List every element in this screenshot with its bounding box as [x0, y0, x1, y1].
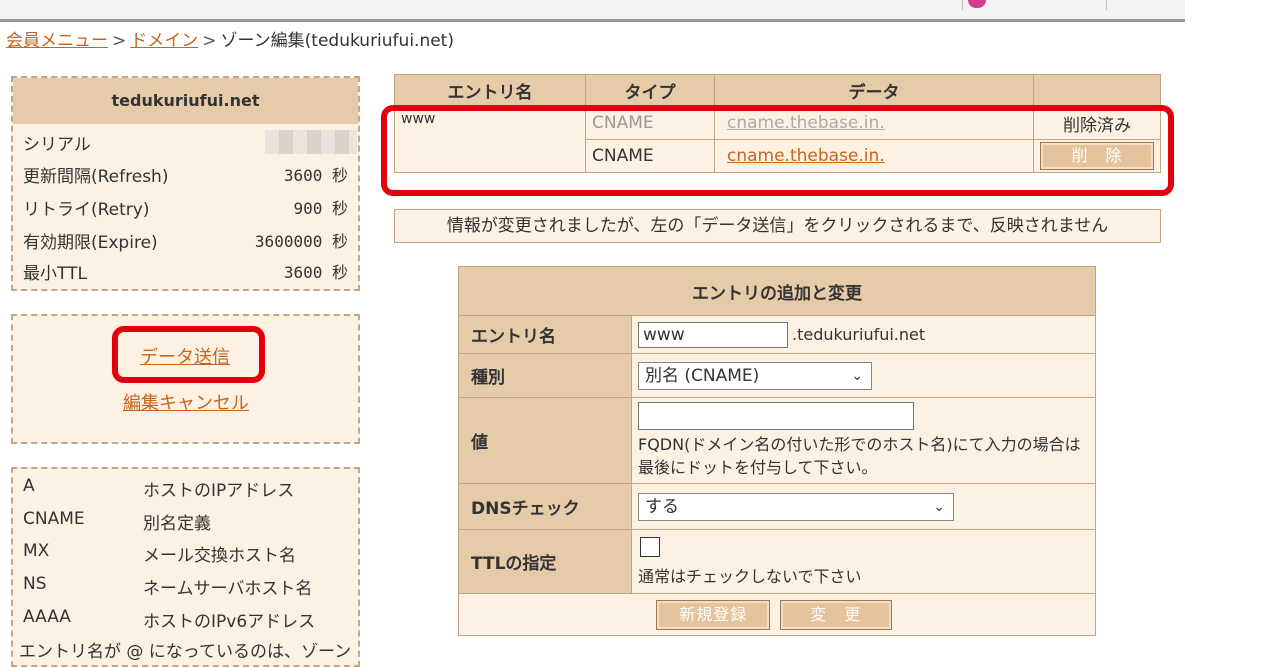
breadcrumb-member-menu[interactable]: 会員メニュー [6, 31, 108, 51]
top-toolbar [0, 0, 1185, 22]
legend-row: NS ネームサーバホスト名 [23, 570, 353, 603]
entry-domain-suffix: .tedukuriufui.net [792, 325, 926, 344]
legend-row: MX メール交換ホスト名 [23, 537, 353, 570]
zone-row-value: 3600 秒 [283, 263, 348, 282]
form-row-entry: エントリ名 www .tedukuriufui.net [458, 315, 1096, 354]
legend-type: NS [23, 574, 47, 594]
entry-name-label: エントリ名 [458, 315, 632, 354]
zone-row-refresh: 更新間隔(Refresh) 3600 秒 [23, 158, 348, 190]
value-label: 値 [458, 397, 632, 484]
zone-row-key: リトライ(Retry) [23, 200, 150, 220]
register-button[interactable]: 新規登録 [656, 599, 771, 630]
legend-desc: ネームサーバホスト名 [143, 579, 313, 599]
breadcrumb-separator: > [112, 31, 127, 51]
ttl-hint: 通常はチェックしないで下さい [638, 566, 862, 586]
form-row-ttl: TTLの指定 通常はチェックしないで下さい [458, 529, 1096, 594]
dns-check-cell: する ⌄ [631, 483, 1096, 530]
breadcrumb-current: ゾーン編集(tedukuriufui.net) [220, 31, 454, 51]
col-header-type: タイプ [585, 74, 715, 107]
chevron-down-icon: ⌄ [851, 367, 863, 384]
toolbar-divider [1106, 0, 1107, 10]
legend-row: AAAA ホストのIPv6アドレス [23, 603, 353, 636]
value-hint: FQDN(ドメイン名の付いた形でのホスト名)にて入力の場合は最後にドットを付与し… [638, 435, 1081, 477]
serial-blurred-value [265, 130, 357, 154]
records-highlight-box [381, 105, 1174, 196]
form-title: エントリの追加と変更 [458, 266, 1096, 316]
toolbar-badge-icon [968, 0, 986, 8]
zone-row-expire: 有効期限(Expire) 3600000 秒 [23, 224, 348, 256]
zone-row-value: 3600000 秒 [254, 232, 348, 251]
chevron-down-icon: ⌄ [933, 498, 945, 515]
info-message: 情報が変更されましたが、左の「データ送信」をクリックされるまで、反映されません [394, 209, 1161, 243]
legend-desc: メール交換ホスト名 [143, 546, 296, 566]
form-row-dns: DNSチェック する ⌄ [458, 483, 1096, 530]
ttl-checkbox[interactable] [640, 536, 660, 557]
record-type-legend: A ホストのIPアドレス CNAME 別名定義 MX メール交換ホスト名 NS … [11, 467, 360, 667]
zone-row-key: 有効期限(Expire) [23, 233, 158, 253]
legend-desc: ホストのIPアドレス [143, 481, 295, 501]
dns-check-label: DNSチェック [458, 483, 632, 530]
entry-name-input[interactable]: www [638, 321, 788, 348]
legend-desc: ホストのIPv6アドレス [143, 612, 316, 632]
zone-row-value: 3600 秒 [283, 166, 348, 185]
form-row-value: 値 FQDN(ドメイン名の付いた形でのホスト名)にて入力の場合は最後にドットを付… [458, 397, 1096, 484]
entry-name-cell: www .tedukuriufui.net [631, 315, 1096, 354]
kind-cell: 別名 (CNAME) ⌄ [631, 353, 1096, 398]
ttl-label: TTLの指定 [458, 529, 632, 594]
dns-check-select[interactable]: する ⌄ [638, 492, 954, 521]
change-button[interactable]: 変 更 [779, 599, 892, 630]
zone-row-serial: シリアル [23, 126, 357, 158]
zone-name-header: tedukuriufui.net [13, 78, 358, 124]
legend-row: CNAME 別名定義 [23, 505, 353, 538]
form-row-buttons: 新規登録 変 更 [458, 593, 1096, 636]
value-input[interactable] [638, 402, 914, 430]
legend-type: A [23, 476, 35, 496]
zone-info-rows: シリアル 更新間隔(Refresh) 3600 秒 リトライ(Retry) 90… [13, 124, 358, 289]
dns-check-select-value: する [645, 496, 679, 517]
zone-row-min-ttl: 最小TTL 3600 秒 [23, 255, 348, 287]
legend-row: A ホストのIPアドレス [23, 472, 353, 505]
legend-type: MX [23, 541, 50, 561]
zone-row-key: シリアル [23, 135, 91, 155]
legend-type: AAAA [23, 607, 71, 627]
kind-label: 種別 [458, 353, 632, 398]
ttl-cell: 通常はチェックしないで下さい [631, 529, 1096, 594]
col-header-data: データ [714, 74, 1034, 107]
edit-cancel-link[interactable]: 編集キャンセル [123, 389, 249, 415]
breadcrumb-domain[interactable]: ドメイン [130, 31, 198, 51]
col-header-entry: エントリ名 [394, 74, 586, 107]
kind-select[interactable]: 別名 (CNAME) ⌄ [638, 361, 872, 390]
zone-row-retry: リトライ(Retry) 900 秒 [23, 191, 348, 223]
data-submit-link[interactable]: データ送信 [140, 343, 230, 369]
value-cell: FQDN(ドメイン名の付いた形でのホスト名)にて入力の場合は最後にドットを付与し… [631, 397, 1096, 484]
entry-name-group: www .tedukuriufui.net [638, 321, 1095, 348]
col-header-op [1033, 74, 1161, 107]
form-row-kind: 種別 別名 (CNAME) ⌄ [458, 353, 1096, 398]
zone-row-key: 更新間隔(Refresh) [23, 167, 169, 187]
form-buttons-cell: 新規登録 変 更 [458, 593, 1096, 636]
breadcrumb-separator: > [202, 31, 217, 51]
zone-row-key: 最小TTL [23, 264, 87, 284]
entry-form: エントリの追加と変更 エントリ名 www .tedukuriufui.net 種… [458, 266, 1096, 636]
breadcrumb: 会員メニュー > ドメイン > ゾーン編集(tedukuriufui.net) [6, 26, 454, 51]
legend-type: CNAME [23, 509, 85, 529]
kind-select-value: 別名 (CNAME) [645, 365, 760, 386]
toolbar-divider [962, 0, 963, 10]
legend-note: エントリ名が @ になっているのは、ゾーン [19, 642, 352, 662]
legend-desc: 別名定義 [143, 514, 211, 534]
zone-row-value: 900 秒 [293, 199, 348, 218]
